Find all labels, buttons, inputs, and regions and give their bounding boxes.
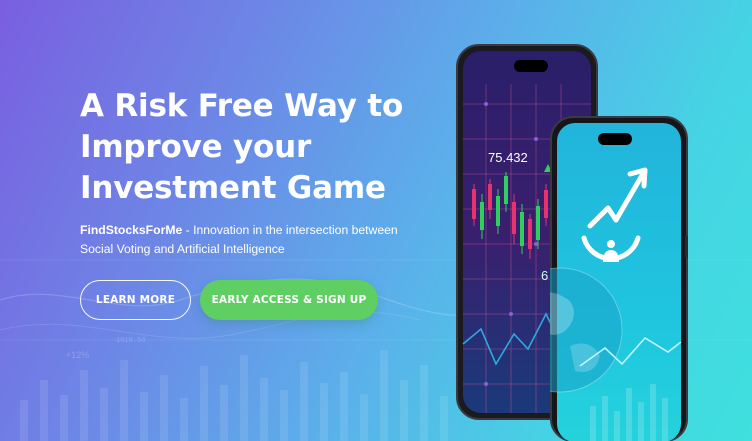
phone-mockup-app-logo: [550, 116, 688, 441]
partial-value-label: 6: [541, 268, 548, 283]
brand-name: FindStocksForMe: [80, 223, 183, 237]
svg-text:+12%: +12%: [66, 350, 89, 360]
learn-more-button[interactable]: LEARN MORE: [80, 280, 191, 320]
svg-text:1010.50: 1010.50: [116, 337, 145, 345]
hero-headline: A Risk Free Way to Improve your Investme…: [80, 86, 403, 209]
early-access-signup-button[interactable]: EARLY ACCESS & SIGN UP: [200, 280, 378, 320]
hero-tagline: FindStocksForMe - Innovation in the inte…: [80, 221, 410, 259]
headline-line-1: A Risk Free Way to: [80, 88, 404, 124]
headline-line-3: Investment Game: [80, 170, 386, 206]
hero-section: +12% 1010.50 A Risk Free Way to Improve …: [0, 0, 752, 441]
headline-line-2: Improve your: [80, 129, 312, 165]
price-label: 75.432: [488, 150, 528, 165]
